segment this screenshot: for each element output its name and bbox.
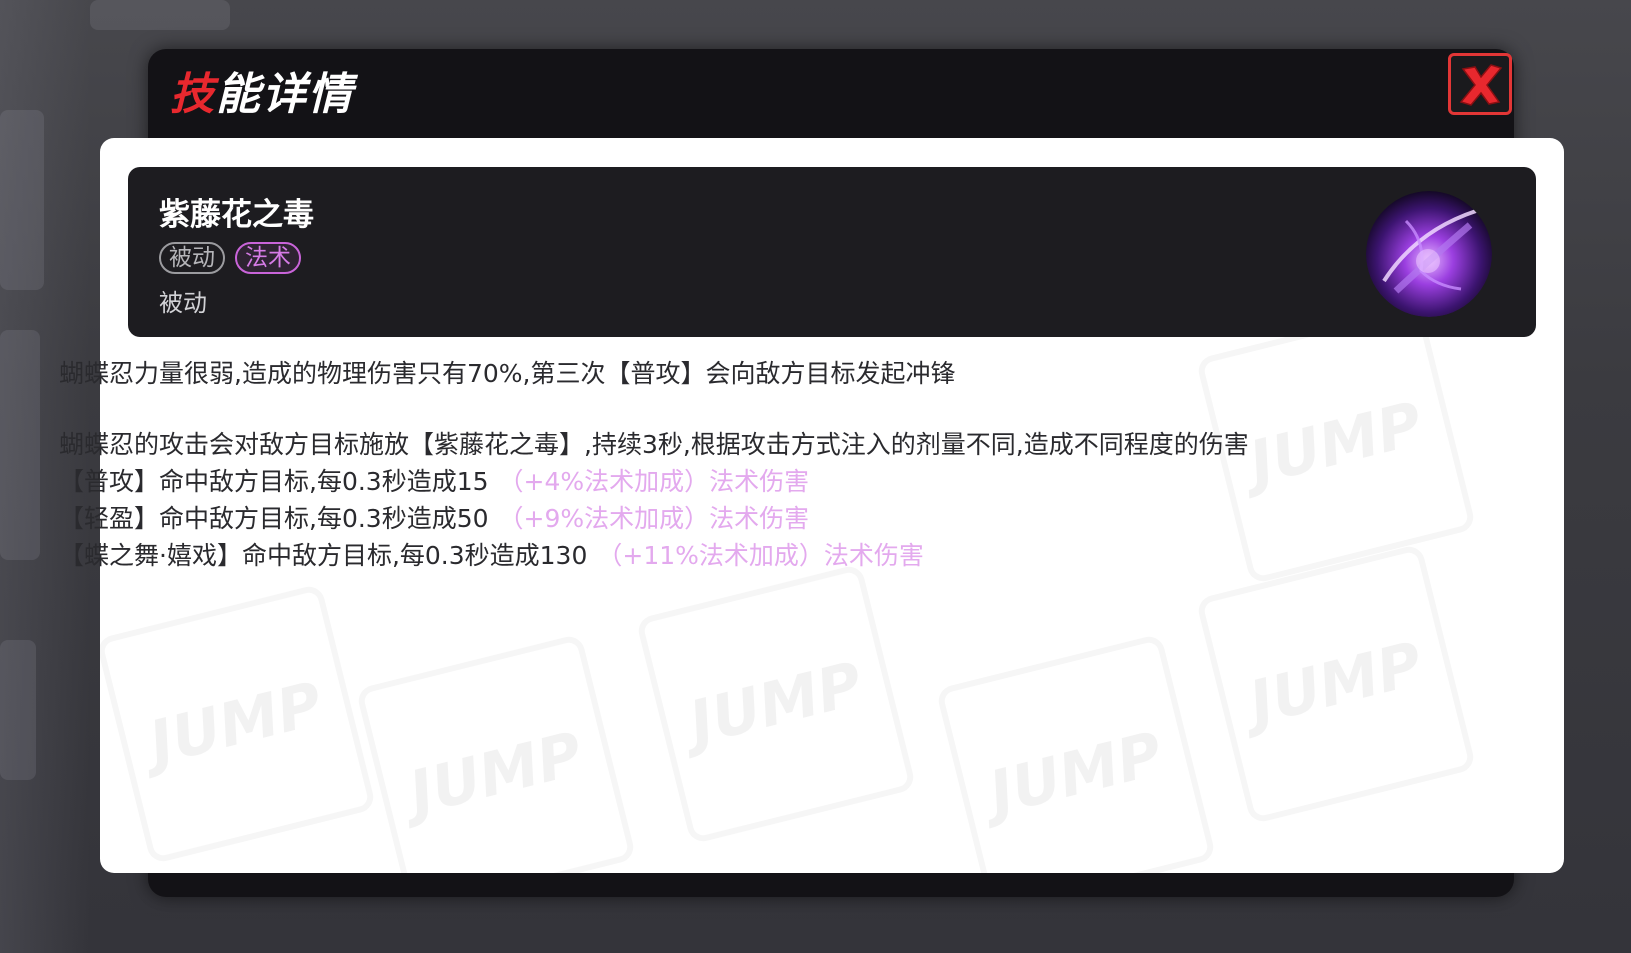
tag-passive: 被动 <box>159 242 225 274</box>
watermark: JUMP <box>355 633 636 873</box>
description-line-1: 蝴蝶忍力量很弱,造成的物理伤害只有70%,第三次【普攻】会向敌方目标发起冲锋 <box>59 359 956 388</box>
effect-text: 【轻盈】命中敌方目标,每0.3秒造成50 <box>59 504 489 533</box>
skill-name: 紫藤花之毒 <box>159 197 314 233</box>
background-decoration <box>0 330 40 560</box>
effect-bonus: （+9%法术加成）法术伤害 <box>498 504 810 533</box>
poison-blade-skill-icon <box>1366 191 1492 317</box>
skill-header-card: 紫藤花之毒 被动 法术 被动 <box>128 167 1536 337</box>
effect-bonus: （+4%法术加成）法术伤害 <box>498 467 810 496</box>
effect-row: 【轻盈】命中敌方目标,每0.3秒造成50 （+9%法术加成）法术伤害 <box>59 499 809 535</box>
effect-text: 【蝶之舞·嬉戏】命中敌方目标,每0.3秒造成130 <box>59 541 588 570</box>
close-x-icon <box>1459 64 1503 106</box>
watermark: JUMP <box>1195 543 1476 824</box>
dialog-title-rest: 能详情 <box>216 69 354 120</box>
effect-text: 【普攻】命中敌方目标,每0.3秒造成15 <box>59 467 489 496</box>
background-decoration <box>90 0 230 30</box>
dialog-title-accent: 技 <box>170 69 216 120</box>
tag-magic: 法术 <box>235 242 301 274</box>
dialog-title: 技能详情 <box>170 62 354 128</box>
watermark: JUMP <box>100 583 377 864</box>
effect-bonus: （+11%法术加成）法术伤害 <box>597 541 924 570</box>
description-line-2: 蝴蝶忍的攻击会对敌方目标施放【紫藤花之毒】,持续3秒,根据攻击方式注入的剂量不同… <box>59 430 1249 459</box>
effect-row: 【蝶之舞·嬉戏】命中敌方目标,每0.3秒造成130 （+11%法术加成）法术伤害 <box>59 536 924 572</box>
background-decoration <box>0 110 44 290</box>
watermark: JUMP <box>635 563 916 844</box>
effect-row: 【普攻】命中敌方目标,每0.3秒造成15 （+4%法术加成）法术伤害 <box>59 462 809 498</box>
close-button[interactable] <box>1448 53 1512 115</box>
watermark: JUMP <box>935 633 1216 873</box>
skill-type-label: 被动 <box>159 289 207 317</box>
background-decoration <box>0 640 36 780</box>
